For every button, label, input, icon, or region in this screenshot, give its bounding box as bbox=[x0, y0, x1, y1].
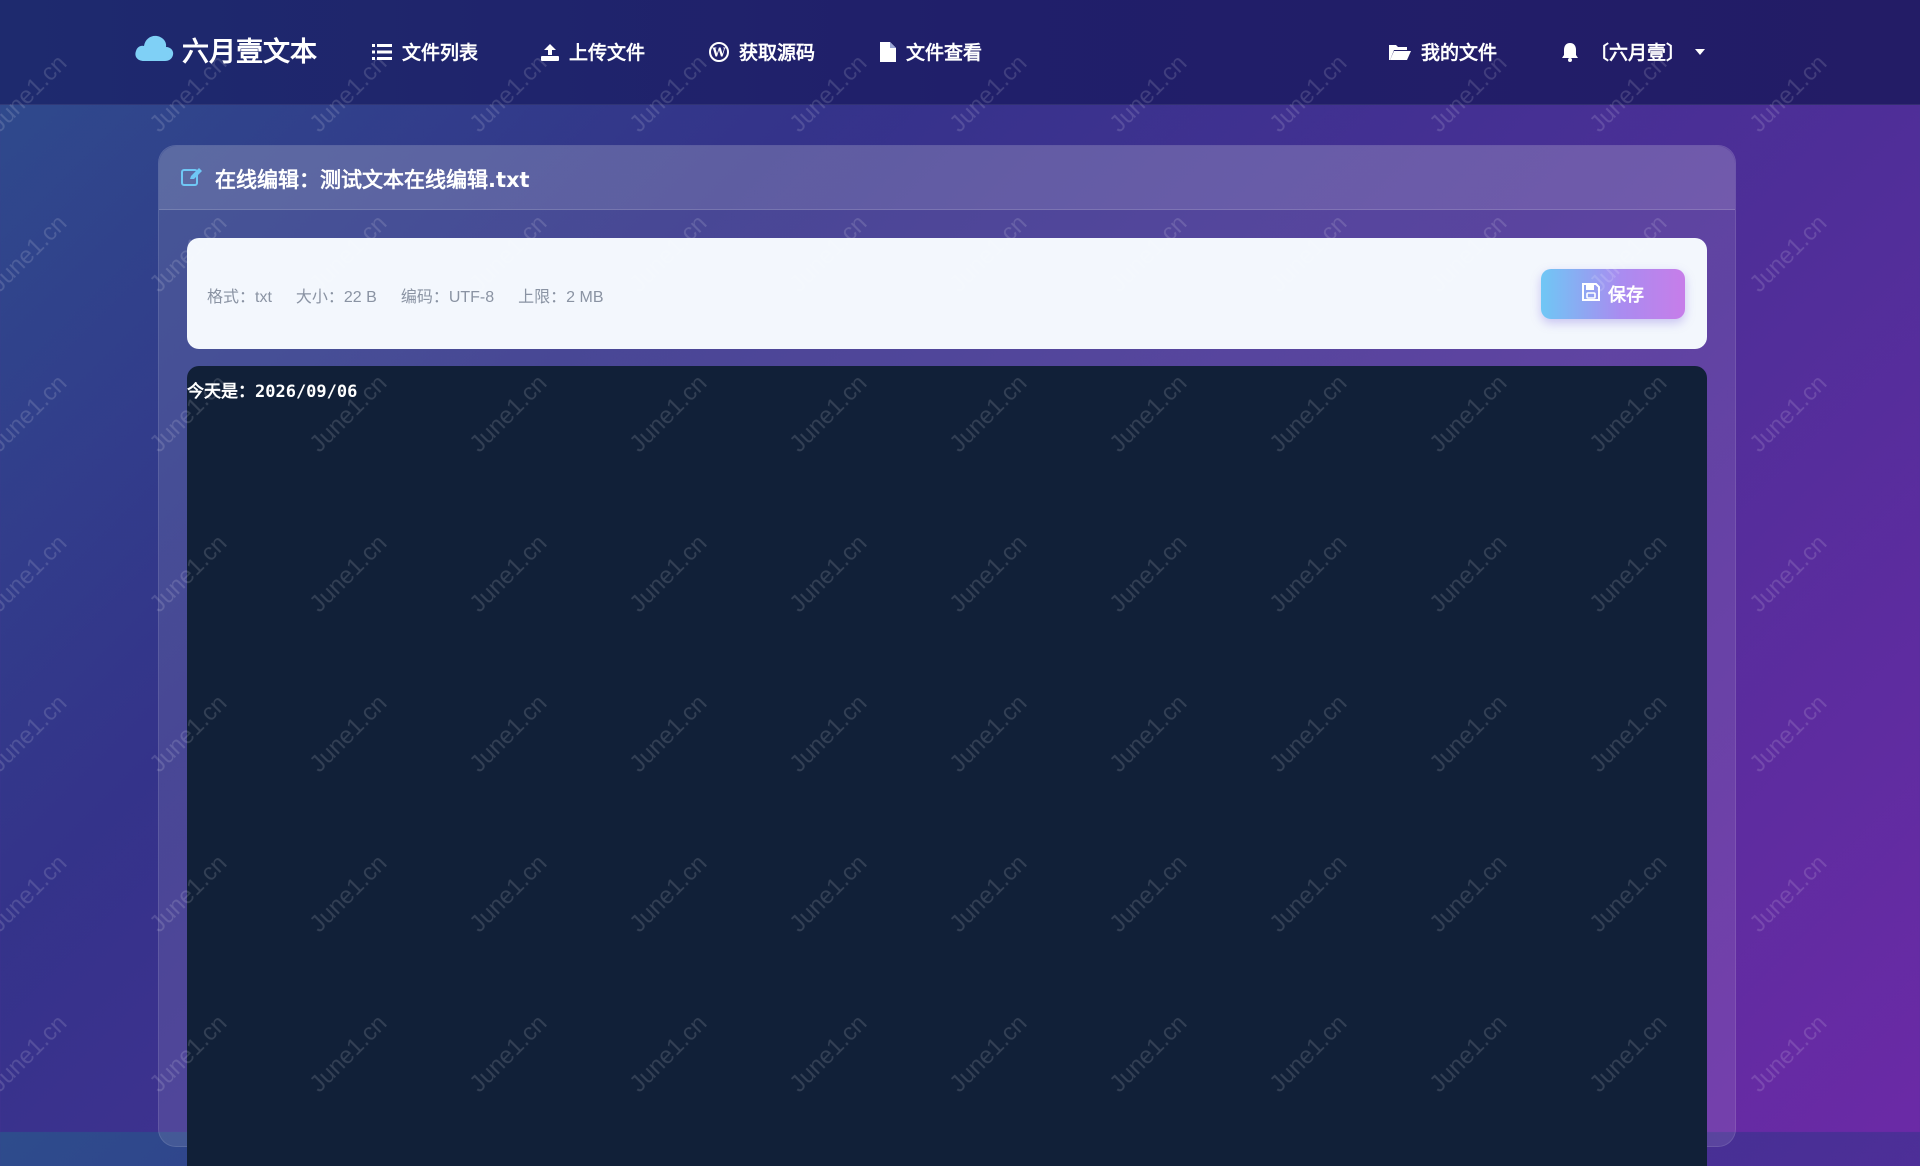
save-icon bbox=[1582, 282, 1600, 306]
nav-file-list-label: 文件列表 bbox=[402, 42, 479, 64]
file-toolbar: 格式：txt 大小：22 B 编码：UTF-8 上限：2 MB 保存 bbox=[187, 238, 1707, 349]
watermark-text: June1.cn bbox=[1744, 849, 1833, 938]
save-button-label: 保存 bbox=[1608, 285, 1644, 305]
save-button[interactable]: 保存 bbox=[1541, 269, 1685, 319]
caret-down-icon bbox=[1695, 48, 1706, 55]
file-icon bbox=[880, 41, 896, 62]
panel-header: 在线编辑：测试文本在线编辑.txt bbox=[159, 146, 1735, 210]
nav-get-source[interactable]: W 获取源码 bbox=[709, 38, 815, 65]
file-meta: 格式：txt 大小：22 B 编码：UTF-8 上限：2 MB bbox=[207, 283, 604, 307]
watermark-text: June1.cn bbox=[1744, 529, 1833, 618]
editor-panel: 在线编辑：测试文本在线编辑.txt 格式：txt 大小：22 B 编码：UTF-… bbox=[158, 145, 1736, 1166]
panel-title: 在线编辑：测试文本在线编辑.txt bbox=[181, 164, 530, 194]
watermark-text: June1.cn bbox=[0, 209, 73, 298]
upload-icon bbox=[541, 43, 559, 61]
cloud-icon bbox=[134, 33, 174, 67]
brand[interactable]: 六月壹文本 bbox=[134, 30, 317, 69]
svg-text:W: W bbox=[711, 45, 726, 59]
list-icon bbox=[372, 43, 392, 61]
user-menu[interactable]: 〔六月壹〕 bbox=[1560, 38, 1706, 65]
nav-file-view-label: 文件查看 bbox=[906, 42, 983, 64]
file-limit: 上限：2 MB bbox=[518, 289, 604, 306]
bell-icon bbox=[1560, 42, 1580, 62]
watermark-text: June1.cn bbox=[0, 529, 73, 618]
watermark-text: June1.cn bbox=[0, 369, 73, 458]
wordpress-icon: W bbox=[709, 41, 729, 62]
nav-my-files-label: 我的文件 bbox=[1421, 42, 1498, 64]
edit-icon bbox=[181, 167, 203, 192]
user-name: 〔六月壹〕 bbox=[1590, 42, 1686, 64]
file-encoding: 编码：UTF-8 bbox=[400, 289, 495, 306]
nav-upload[interactable]: 上传文件 bbox=[541, 38, 645, 65]
folder-open-icon bbox=[1389, 43, 1411, 61]
watermark-text: June1.cn bbox=[0, 689, 73, 778]
nav-upload-label: 上传文件 bbox=[569, 42, 646, 64]
text-editor[interactable]: 今天是：2026/09/06 bbox=[187, 366, 1707, 1166]
watermark-text: June1.cn bbox=[0, 849, 73, 938]
file-size: 大小：22 B bbox=[295, 289, 377, 306]
top-navbar: 六月壹文本 文件列表 上传文件 W 获取源码 文件查看 我的文件 〔六月壹〕 bbox=[0, 0, 1920, 105]
brand-name: 六月壹文本 bbox=[182, 37, 317, 68]
nav-file-view[interactable]: 文件查看 bbox=[880, 38, 982, 65]
file-format: 格式：txt bbox=[207, 289, 272, 306]
panel-title-text: 在线编辑：测试文本在线编辑.txt bbox=[215, 168, 530, 192]
watermark-text: June1.cn bbox=[1744, 209, 1833, 298]
watermark-text: June1.cn bbox=[0, 1009, 73, 1098]
watermark-text: June1.cn bbox=[1744, 369, 1833, 458]
nav-get-source-label: 获取源码 bbox=[739, 42, 816, 64]
watermark-text: June1.cn bbox=[1744, 689, 1833, 778]
watermark-text: June1.cn bbox=[1744, 1009, 1833, 1098]
nav-file-list[interactable]: 文件列表 bbox=[372, 38, 478, 65]
nav-my-files[interactable]: 我的文件 bbox=[1389, 38, 1497, 65]
